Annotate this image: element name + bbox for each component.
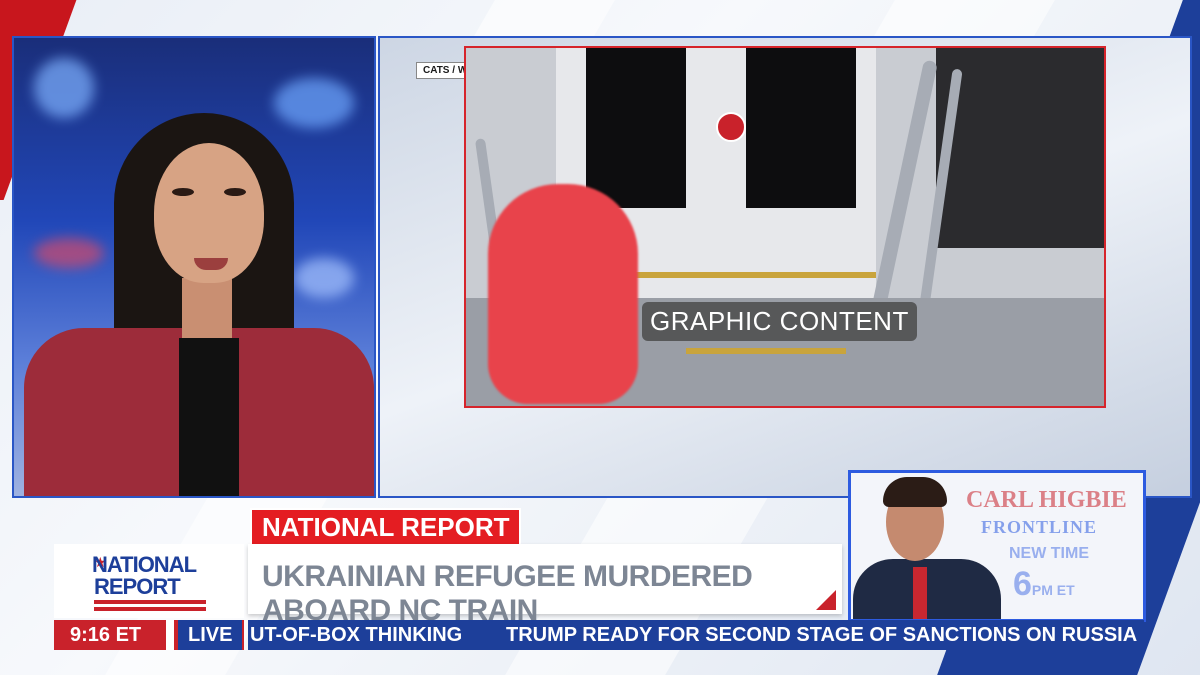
anchor-neck xyxy=(182,278,232,338)
status-divider xyxy=(166,620,174,650)
promo-show-name: CARL HIGBIE xyxy=(966,487,1127,513)
logo-stripe xyxy=(94,607,206,611)
headline-box: UKRAINIAN REFUGEE MURDERED ABOARD NC TRA… xyxy=(248,544,842,627)
train-door-window xyxy=(746,48,856,208)
floor-yellow-strip xyxy=(686,348,846,354)
host-tie xyxy=(913,567,927,619)
live-badge: LIVE xyxy=(178,620,243,650)
section-tag: NATIONAL REPORT xyxy=(250,508,522,546)
promo-time: 6PM ET xyxy=(1013,565,1075,604)
anchor-top xyxy=(179,338,239,496)
studio-light xyxy=(34,238,104,268)
studio-light xyxy=(294,258,354,298)
promo-show-subtitle: FRONTLINE xyxy=(981,517,1098,537)
ticker-item: TRUMP READY FOR SECOND STAGE OF SANCTION… xyxy=(506,624,1138,646)
logo-line2: REPORT xyxy=(94,574,181,599)
surveillance-video[interactable]: GRAPHIC CONTENT xyxy=(464,46,1106,408)
anchor-video-feed xyxy=(12,36,376,498)
host-suit xyxy=(853,559,1001,619)
video-panel: CATS / WBTV GRAPHIC CONTENT xyxy=(378,36,1192,498)
graphic-content-warning: GRAPHIC CONTENT xyxy=(642,302,917,341)
floor-yellow-strip xyxy=(616,272,876,278)
host-hair xyxy=(883,477,947,507)
clock-time: 9:16 ET xyxy=(70,624,142,646)
ticker-item: UT-OF-BOX THINKING xyxy=(250,624,463,646)
headline-text: UKRAINIAN REFUGEE MURDERED ABOARD NC TRA… xyxy=(262,560,753,627)
show-promo: CARL HIGBIE FRONTLINE NEW TIME 6PM ET xyxy=(848,470,1146,622)
stop-sign-icon xyxy=(716,112,746,142)
logo-stripe xyxy=(94,600,206,604)
anchor-eye xyxy=(224,188,246,196)
promo-time-suffix: PM ET xyxy=(1031,582,1075,598)
studio-light xyxy=(34,58,94,118)
status-bar: 9:16 ET LIVE xyxy=(54,620,244,650)
train-door-window xyxy=(586,48,686,208)
headline-corner-accent xyxy=(816,590,836,610)
person-red-hood xyxy=(488,184,638,404)
promo-time-value: 6 xyxy=(1013,565,1032,603)
news-ticker: UT-OF-BOX THINKING TRUMP READY FOR SECON… xyxy=(248,620,1144,650)
network-logo: ★ NATIONAL REPORT xyxy=(54,544,244,618)
promo-new-time-label: NEW TIME xyxy=(1009,545,1089,562)
studio-light xyxy=(274,78,354,128)
anchor-eye xyxy=(172,188,194,196)
